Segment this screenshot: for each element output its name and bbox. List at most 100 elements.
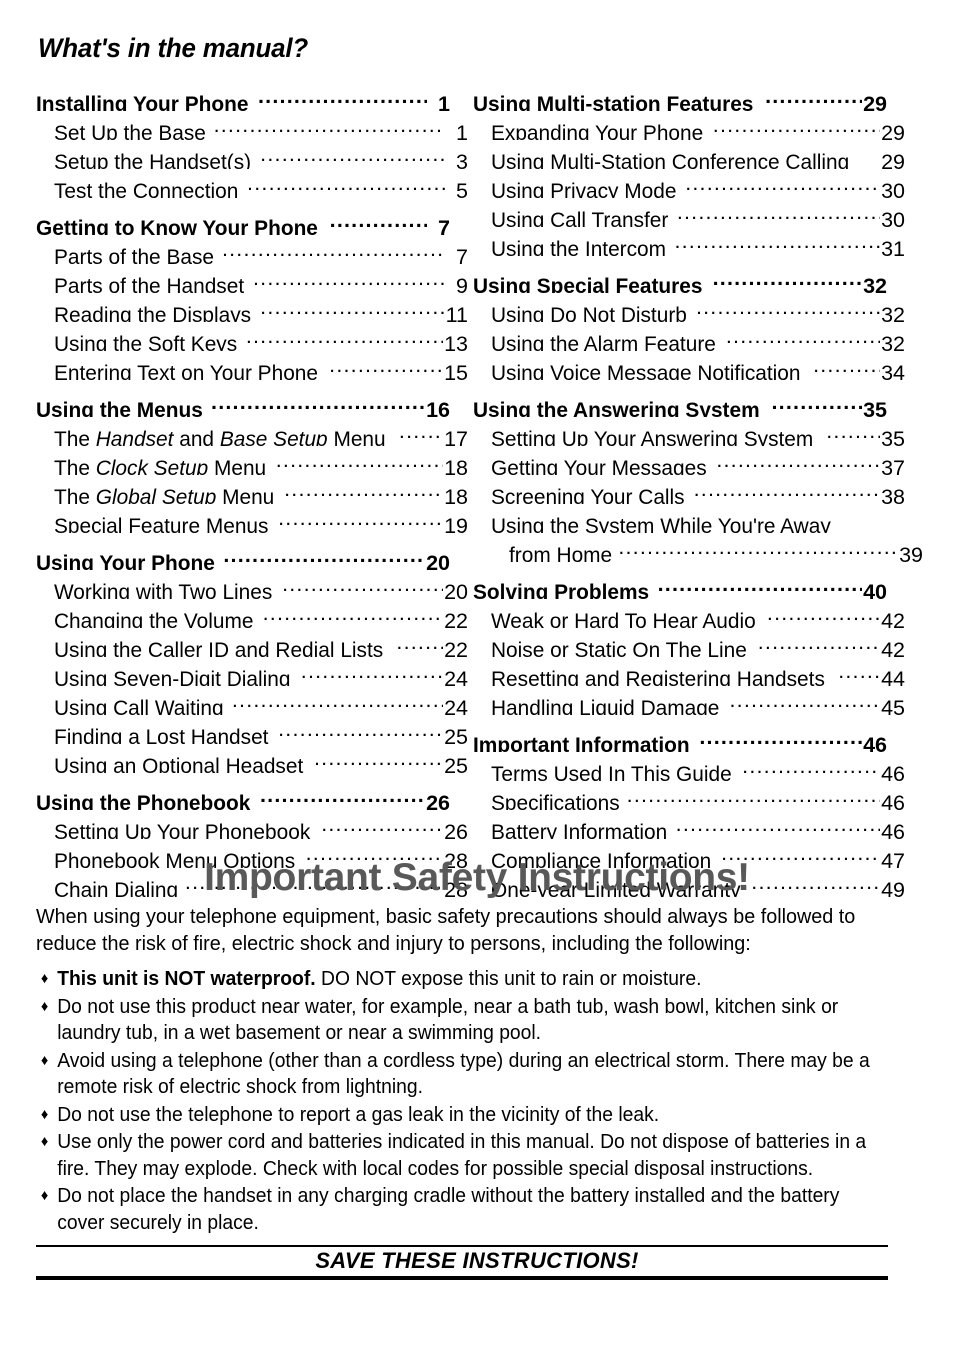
toc-page-number: 19 bbox=[444, 514, 468, 533]
toc-entry-label: Using Voice Message Notification bbox=[491, 361, 801, 380]
toc-entry-label: Working with Two Lines bbox=[54, 580, 273, 599]
toc-dot-leader bbox=[222, 235, 445, 264]
toc-section-row[interactable]: Set Up the Base 1 bbox=[36, 111, 468, 140]
toc-entry-label: Using the Soft Keys bbox=[54, 332, 238, 351]
toc-dot-leader bbox=[276, 446, 443, 475]
toc-dot-leader bbox=[330, 206, 427, 235]
toc-page-number: 18 bbox=[444, 456, 468, 475]
toc-entry-label: Using Special Features bbox=[473, 274, 703, 293]
safety-list-item: ♦ This unit is NOT waterproof. DO NOT exp… bbox=[36, 966, 872, 993]
safety-intro-paragraph: When using your telephone equipment, bas… bbox=[36, 905, 856, 955]
toc-chapter-row[interactable]: Using the Menus 16 bbox=[36, 388, 450, 417]
toc-cont-row[interactable]: from Home 39 bbox=[473, 533, 923, 562]
toc-page-number: 42 bbox=[881, 609, 905, 628]
toc-page-number: 25 bbox=[444, 754, 468, 773]
toc-chapter-row[interactable]: Solving Problems 40 bbox=[473, 570, 887, 599]
toc-section-row[interactable]: Using an Optional Headset 25 bbox=[36, 744, 468, 773]
toc-page-number: 25 bbox=[444, 725, 468, 744]
toc-section-row[interactable]: Setting Up Your Phonebook 26 bbox=[36, 810, 468, 839]
toc-section-row[interactable]: Changing the Volume 22 bbox=[36, 599, 468, 628]
toc-page-number: 32 bbox=[863, 274, 887, 293]
toc-entry-label: Reading the Displays bbox=[54, 303, 252, 322]
toc-section-row[interactable]: Handling Liquid Damage 45 bbox=[473, 686, 905, 715]
toc-page-number: 46 bbox=[881, 820, 905, 839]
toc-section-row[interactable]: Noise or Static On The Line 42 bbox=[473, 628, 905, 657]
toc-section-row[interactable]: Using Call Waiting 24 bbox=[36, 686, 468, 715]
toc-entry-label: Test the Connection bbox=[54, 179, 239, 198]
toc-dot-leader bbox=[726, 322, 880, 351]
toc-section-row[interactable]: Reading the Displays 11 bbox=[36, 293, 468, 322]
toc-section-row[interactable]: The Handset and Base Setup Menu 17 bbox=[36, 417, 468, 446]
toc-section-row[interactable]: Terms Used In This Guide 46 bbox=[473, 752, 905, 781]
toc-section-row[interactable]: Screening Your Calls 38 bbox=[473, 475, 905, 504]
toc-dot-leader bbox=[674, 227, 880, 256]
toc-chapter-row[interactable]: Getting to Know Your Phone 7 bbox=[36, 206, 450, 235]
toc-page-number: 46 bbox=[863, 733, 887, 752]
toc-page-number: 24 bbox=[444, 696, 468, 715]
toc-dot-leader bbox=[278, 715, 443, 744]
toc-section-row[interactable]: Specifications 46 bbox=[473, 781, 905, 810]
toc-chapter-row[interactable]: Using the Answering System 35 bbox=[473, 388, 887, 417]
toc-page-number: 29 bbox=[881, 150, 905, 169]
toc-section-row[interactable]: Parts of the Handset 9 bbox=[36, 264, 468, 293]
toc-entry-label: Noise or Static On The Line bbox=[491, 638, 747, 657]
toc-section-row[interactable]: Parts of the Base 7 bbox=[36, 235, 468, 264]
toc-section-row[interactable]: Using the Soft Keys 13 bbox=[36, 322, 468, 351]
toc-section-row[interactable]: Using Voice Message Notification 34 bbox=[473, 351, 905, 380]
toc-section-row[interactable]: Finding a Lost Handset 25 bbox=[36, 715, 468, 744]
toc-entry-label: Weak or Hard To Hear Audio bbox=[491, 609, 756, 628]
toc-section-row[interactable]: Using Multi-Station Conference Calling 29 bbox=[473, 140, 905, 169]
toc-section-row[interactable]: Getting Your Messages 37 bbox=[473, 446, 905, 475]
toc-section-row[interactable]: Using Privacy Mode 30 bbox=[473, 169, 905, 198]
toc-entry-label: Parts of the Handset bbox=[54, 274, 245, 293]
toc-section-row[interactable]: Using the System While You're Away bbox=[473, 504, 905, 533]
toc-section-row[interactable]: Setup the Handset(s) 3 bbox=[36, 140, 468, 169]
toc-dot-leader bbox=[742, 752, 880, 781]
toc-section-row[interactable]: Using Seven-Digit Dialing 24 bbox=[36, 657, 468, 686]
toc-chapter-row[interactable]: Installing Your Phone 1 bbox=[36, 82, 450, 111]
toc-chapter-row[interactable]: Using Your Phone 20 bbox=[36, 541, 450, 570]
toc-page-number: 16 bbox=[426, 398, 450, 417]
toc-page-number: 45 bbox=[881, 696, 905, 715]
toc-page-number: 46 bbox=[881, 791, 905, 810]
toc-section-row[interactable]: Working with Two Lines 20 bbox=[36, 570, 468, 599]
toc-section-row[interactable]: Using Call Transfer 30 bbox=[473, 198, 905, 227]
toc-section-row[interactable]: The Clock Setup Menu 18 bbox=[36, 446, 468, 475]
toc-section-row[interactable]: Weak or Hard To Hear Audio 42 bbox=[473, 599, 905, 628]
diamond-bullet-icon: ♦ bbox=[40, 1187, 49, 1204]
toc-right-column: Using Multi-station Features29Expanding … bbox=[473, 74, 923, 897]
toc-entry-label: Screening Your Calls bbox=[491, 485, 685, 504]
toc-page-number: 24 bbox=[444, 667, 468, 686]
toc-section-row[interactable]: Using the Caller ID and Redial Lists 22 bbox=[36, 628, 468, 657]
toc-section-row[interactable]: Using the Intercom 31 bbox=[473, 227, 905, 256]
toc-section-row[interactable]: Entering Text on Your Phone 15 bbox=[36, 351, 468, 380]
toc-section-row[interactable]: Using Do Not Disturb 32 bbox=[473, 293, 905, 322]
toc-dot-leader bbox=[321, 810, 443, 839]
toc-section-row[interactable]: The Global Setup Menu 18 bbox=[36, 475, 468, 504]
toc-dot-leader bbox=[758, 628, 880, 657]
toc-chapter-row[interactable]: Using the Phonebook 26 bbox=[36, 781, 450, 810]
toc-section-row[interactable]: Resetting and Registering Handsets 44 bbox=[473, 657, 905, 686]
toc-page-number: 22 bbox=[444, 638, 468, 657]
toc-section-row[interactable]: Battery Information 46 bbox=[473, 810, 905, 839]
toc-chapter-row[interactable]: Important Information 46 bbox=[473, 723, 887, 752]
toc-page-number: 7 bbox=[438, 216, 450, 235]
toc-entry-label: Resetting and Registering Handsets bbox=[491, 667, 825, 686]
toc-section-row[interactable]: Expanding Your Phone 29 bbox=[473, 111, 905, 140]
toc-page-number: 20 bbox=[444, 580, 468, 599]
toc-section-row[interactable]: Test the Connection 5 bbox=[36, 169, 468, 198]
toc-page-number: 1 bbox=[456, 121, 468, 140]
toc-entry-label: Finding a Lost Handset bbox=[54, 725, 269, 744]
toc-page-number: 29 bbox=[881, 121, 905, 140]
toc-entry-label: Specifications bbox=[491, 791, 620, 810]
toc-entry-label: Using the Menus bbox=[36, 398, 203, 417]
toc-section-row[interactable]: Setting Up Your Answering System 35 bbox=[473, 417, 905, 446]
toc-chapter-row[interactable]: Using Special Features 32 bbox=[473, 264, 887, 293]
safety-list-item: ♦ Do not use this product near water, for… bbox=[36, 994, 872, 1047]
toc-section-row[interactable]: Using the Alarm Feature 32 bbox=[473, 322, 905, 351]
toc-page-number: 17 bbox=[444, 427, 468, 446]
toc-section-row[interactable]: Special Feature Menus 19 bbox=[36, 504, 468, 533]
toc-chapter-row[interactable]: Using Multi-station Features 29 bbox=[473, 82, 887, 111]
toc-entry-label: Installing Your Phone bbox=[36, 92, 249, 111]
toc-dot-leader bbox=[260, 781, 425, 810]
